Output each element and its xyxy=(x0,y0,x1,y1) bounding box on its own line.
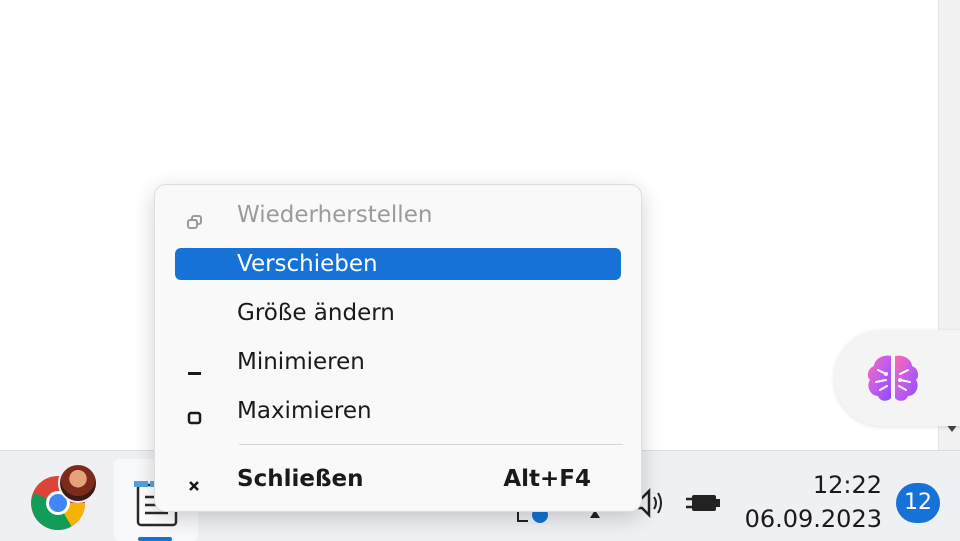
notification-badge[interactable]: 12 xyxy=(896,483,940,523)
menu-item-minimize[interactable]: Minimieren xyxy=(175,346,621,378)
minimize-icon xyxy=(185,354,205,375)
menu-item-label: Verschieben xyxy=(237,251,378,277)
menu-item-label: Wiederherstellen xyxy=(237,202,433,228)
battery-icon[interactable] xyxy=(684,489,722,521)
menu-item-label: Maximieren xyxy=(237,398,372,424)
window-context-menu: Wiederherstellen Verschieben Größe änder… xyxy=(154,184,642,512)
menu-item-label: Minimieren xyxy=(237,349,365,375)
clock-time[interactable]: 12:22 xyxy=(780,471,882,499)
maximize-icon xyxy=(185,403,205,425)
menu-item-maximize[interactable]: Maximieren xyxy=(175,395,621,427)
assistant-button[interactable] xyxy=(834,330,960,426)
menu-item-label: Schließen xyxy=(237,466,364,492)
menu-separator xyxy=(239,444,623,445)
avatar xyxy=(58,463,98,503)
menu-item-resize[interactable]: Größe ändern xyxy=(175,297,621,329)
brain-icon xyxy=(867,355,919,401)
clock-date[interactable]: 06.09.2023 xyxy=(740,505,882,533)
active-app-indicator xyxy=(138,537,172,541)
menu-item-label: Größe ändern xyxy=(237,300,395,326)
close-icon xyxy=(185,471,205,491)
menu-item-close[interactable]: Schließen Alt+F4 xyxy=(175,463,621,495)
menu-item-move[interactable]: Verschieben xyxy=(175,248,621,280)
restore-icon xyxy=(185,207,205,229)
menu-item-restore: Wiederherstellen xyxy=(175,199,621,231)
menu-item-shortcut: Alt+F4 xyxy=(503,466,591,492)
